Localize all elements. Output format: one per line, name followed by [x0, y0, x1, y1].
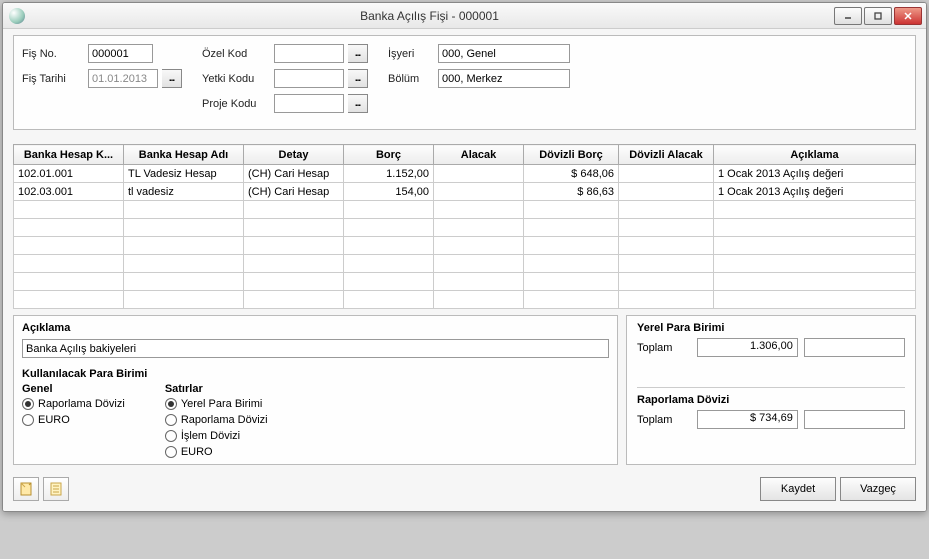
yetki-kodu-input[interactable]	[274, 69, 344, 88]
doc-icon-button[interactable]	[43, 477, 69, 501]
left-bottom-panel: Açıklama Kullanılacak Para Birimi Genel …	[13, 315, 618, 465]
window: Banka Açılış Fişi - 000001 Fiş No. Fiş T…	[2, 2, 927, 512]
radio-satir-yerel[interactable]: Yerel Para Birimi	[165, 398, 268, 410]
table-row-empty[interactable]	[14, 255, 916, 273]
table-row-empty[interactable]	[14, 291, 916, 309]
col-hesap-kod[interactable]: Banka Hesap K...	[14, 145, 124, 165]
proje-kodu-label: Proje Kodu	[202, 98, 270, 110]
col-hesap-adi[interactable]: Banka Hesap Adı	[124, 145, 244, 165]
isyeri-select[interactable]	[438, 44, 570, 63]
yetki-kodu-label: Yetki Kodu	[202, 73, 270, 85]
satirlar-label: Satırlar	[165, 383, 268, 395]
data-grid[interactable]: Banka Hesap K... Banka Hesap Adı Detay B…	[13, 144, 916, 309]
table-row[interactable]: 102.01.001 TL Vadesiz Hesap (CH) Cari He…	[14, 165, 916, 183]
fis-tarihi-label: Fiş Tarihi	[22, 73, 84, 85]
aciklama-label: Açıklama	[22, 322, 609, 334]
genel-label: Genel	[22, 383, 125, 395]
table-row[interactable]: 102.03.001 tl vadesiz (CH) Cari Hesap 15…	[14, 183, 916, 201]
aciklama-input[interactable]	[22, 339, 609, 358]
ozel-kod-picker[interactable]: ...	[348, 44, 368, 63]
app-icon	[9, 8, 25, 24]
footer: Kaydet Vazgeç	[13, 477, 916, 501]
maximize-button[interactable]	[864, 7, 892, 25]
rapor-total-2	[804, 410, 905, 429]
isyeri-label: İşyeri	[388, 48, 434, 60]
col-alacak[interactable]: Alacak	[434, 145, 524, 165]
fis-no-label: Fiş No.	[22, 48, 84, 60]
proje-kodu-input[interactable]	[274, 94, 344, 113]
currency-group-label: Kullanılacak Para Birimi	[22, 368, 609, 380]
ozel-kod-label: Özel Kod	[202, 48, 270, 60]
window-title: Banka Açılış Fişi - 000001	[25, 9, 834, 23]
date-picker-button[interactable]: ...	[162, 69, 182, 88]
close-button[interactable]	[894, 7, 922, 25]
cancel-button[interactable]: Vazgeç	[840, 477, 916, 501]
table-row-empty[interactable]	[14, 201, 916, 219]
yetki-kodu-picker[interactable]: ...	[348, 69, 368, 88]
yerel-total-2	[804, 338, 905, 357]
fis-no-input[interactable]	[88, 44, 153, 63]
yerel-total: 1.306,00	[697, 338, 798, 357]
radio-satir-euro[interactable]: EURO	[165, 446, 268, 458]
col-dovizli-alacak[interactable]: Dövizli Alacak	[619, 145, 714, 165]
toplam-label-2: Toplam	[637, 414, 691, 426]
fis-tarihi-input[interactable]	[88, 69, 158, 88]
totals-panel: Yerel Para Birimi Toplam 1.306,00 Raporl…	[626, 315, 916, 465]
col-borc[interactable]: Borç	[344, 145, 434, 165]
minimize-button[interactable]	[834, 7, 862, 25]
col-dovizli-borc[interactable]: Dövizli Borç	[524, 145, 619, 165]
col-detay[interactable]: Detay	[244, 145, 344, 165]
proje-kodu-picker[interactable]: ...	[348, 94, 368, 113]
rapor-total: $ 734,69	[697, 410, 798, 429]
note-icon-button[interactable]	[13, 477, 39, 501]
toplam-label-1: Toplam	[637, 342, 691, 354]
table-row-empty[interactable]	[14, 219, 916, 237]
yerel-title: Yerel Para Birimi	[637, 322, 905, 334]
radio-genel-euro[interactable]: EURO	[22, 414, 125, 426]
table-row-empty[interactable]	[14, 237, 916, 255]
titlebar: Banka Açılış Fişi - 000001	[3, 3, 926, 29]
radio-genel-raporlama[interactable]: Raporlama Dövizi	[22, 398, 125, 410]
header-panel: Fiş No. Fiş Tarihi ... Özel Kod ... Yetk…	[13, 35, 916, 130]
bolum-select[interactable]	[438, 69, 570, 88]
table-row-empty[interactable]	[14, 273, 916, 291]
bolum-label: Bölüm	[388, 73, 434, 85]
radio-satir-raporlama[interactable]: Raporlama Dövizi	[165, 414, 268, 426]
ozel-kod-input[interactable]	[274, 44, 344, 63]
rapor-title: Raporlama Dövizi	[637, 394, 905, 406]
radio-satir-islem[interactable]: İşlem Dövizi	[165, 430, 268, 442]
save-button[interactable]: Kaydet	[760, 477, 836, 501]
col-aciklama[interactable]: Açıklama	[714, 145, 916, 165]
